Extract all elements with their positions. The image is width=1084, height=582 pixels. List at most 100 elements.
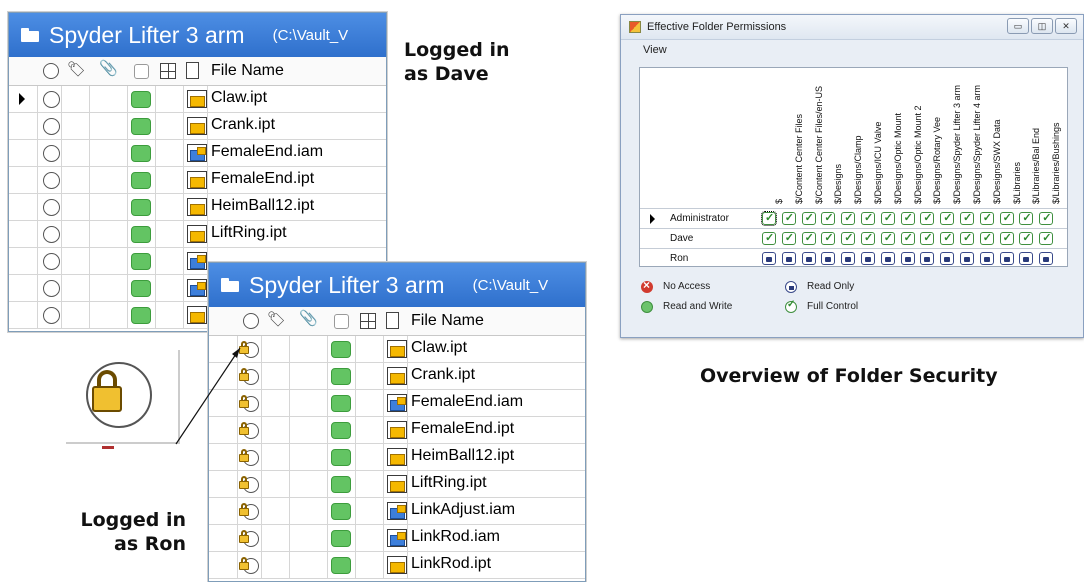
full-control-check-icon[interactable] [841, 231, 856, 245]
full-control-check-icon[interactable] [841, 211, 856, 225]
read-only-lock-icon[interactable] [900, 252, 915, 265]
full-control-check-icon[interactable] [781, 211, 796, 225]
folder-column-header[interactable]: $/Libraries [1000, 68, 1022, 208]
permission-row[interactable]: Administrator [640, 208, 1067, 229]
read-only-lock-icon[interactable] [801, 252, 816, 265]
file-name[interactable]: Crank.ipt [211, 116, 275, 134]
full-control-check-icon[interactable] [999, 211, 1014, 225]
file-row[interactable]: LinkRod.ipt [209, 552, 585, 579]
file-name[interactable]: HeimBall12.ipt [411, 447, 514, 465]
folder-column-header[interactable]: $ [762, 68, 784, 208]
file-name[interactable]: Crank.ipt [411, 366, 475, 384]
attachment-column-icon[interactable]: 📎 [299, 309, 318, 327]
full-control-check-icon[interactable] [880, 211, 895, 225]
read-only-lock-icon[interactable] [999, 252, 1014, 265]
folder-column-header[interactable]: $/Designs [821, 68, 843, 208]
grid-column-icon[interactable] [160, 63, 176, 79]
file-row[interactable]: LiftRing.ipt [9, 221, 386, 248]
status-column-icon[interactable] [43, 63, 59, 79]
file-row[interactable]: FemaleEnd.iam [209, 390, 585, 417]
folder-column-header[interactable]: $/Designs/Spyder Lifter 4 arm [960, 68, 982, 208]
document-column-icon[interactable] [386, 312, 399, 329]
file-row[interactable]: LinkAdjust.iam [209, 498, 585, 525]
read-only-lock-icon[interactable] [762, 252, 776, 265]
full-control-check-icon[interactable] [1019, 231, 1034, 245]
ron-file-name-header[interactable]: File Name [411, 312, 484, 330]
full-control-check-icon[interactable] [1039, 231, 1054, 245]
full-control-check-icon[interactable] [801, 211, 816, 225]
full-control-check-icon[interactable] [761, 211, 777, 226]
file-name[interactable]: LiftRing.ipt [211, 224, 287, 242]
full-control-check-icon[interactable] [940, 211, 955, 225]
file-row[interactable]: Crank.ipt [9, 113, 386, 140]
close-button[interactable]: ✕ [1055, 18, 1077, 34]
full-control-check-icon[interactable] [999, 231, 1014, 245]
folder-column-header[interactable]: $/Designs/Rotary Vee [920, 68, 942, 208]
full-control-check-icon[interactable] [900, 211, 915, 225]
full-control-check-icon[interactable] [1039, 211, 1054, 225]
file-name[interactable]: FemaleEnd.ipt [211, 170, 314, 188]
full-control-check-icon[interactable] [861, 211, 875, 225]
file-row[interactable]: HeimBall12.ipt [9, 194, 386, 221]
file-name[interactable]: Claw.ipt [211, 89, 267, 107]
file-name[interactable]: FemaleEnd.ipt [411, 420, 514, 438]
full-control-check-icon[interactable] [781, 231, 796, 245]
status-column-icon[interactable] [243, 313, 259, 329]
read-only-lock-icon[interactable] [821, 252, 836, 265]
folder-column-header[interactable]: $/Designs/Clamp [841, 68, 863, 208]
full-control-check-icon[interactable] [960, 231, 974, 245]
tag-column-icon[interactable]: 🏷 [67, 60, 86, 78]
permission-row[interactable]: Dave [640, 228, 1067, 249]
read-only-lock-icon[interactable] [1019, 252, 1034, 265]
full-control-check-icon[interactable] [920, 211, 935, 225]
file-row[interactable]: LinkRod.iam [209, 525, 585, 552]
read-only-lock-icon[interactable] [781, 252, 796, 265]
checkbox-column-icon[interactable] [334, 314, 349, 329]
document-column-icon[interactable] [186, 62, 199, 79]
menu-view[interactable]: View [643, 44, 667, 56]
folder-column-header[interactable]: $/Designs/ICU Valve [861, 68, 883, 208]
folder-column-header[interactable]: $/Designs/Optic Mount [881, 68, 903, 208]
read-only-lock-icon[interactable] [1039, 252, 1054, 265]
maximize-button[interactable]: ◫ [1031, 18, 1053, 34]
grid-column-icon[interactable] [360, 313, 376, 329]
file-row[interactable]: FemaleEnd.iam [9, 140, 386, 167]
folder-column-header[interactable]: $/Content Center Files [782, 68, 804, 208]
attachment-column-icon[interactable]: 📎 [99, 59, 118, 77]
folder-column-header[interactable]: $/Designs/Optic Mount 2 [901, 68, 923, 208]
dave-file-name-header[interactable]: File Name [211, 62, 284, 80]
tag-column-icon[interactable]: 🏷 [267, 310, 286, 328]
file-name[interactable]: LiftRing.ipt [411, 474, 487, 492]
file-name[interactable]: HeimBall12.ipt [211, 197, 314, 215]
file-row[interactable]: Claw.ipt [209, 336, 585, 363]
full-control-check-icon[interactable] [920, 231, 935, 245]
file-name[interactable]: Claw.ipt [411, 339, 467, 357]
file-row[interactable]: HeimBall12.ipt [209, 444, 585, 471]
file-row[interactable]: LiftRing.ipt [209, 471, 585, 498]
folder-column-header[interactable]: $/Libraries/Bal End [1019, 68, 1041, 208]
file-name[interactable]: FemaleEnd.iam [411, 393, 523, 411]
permission-row[interactable]: Ron [640, 248, 1067, 269]
full-control-check-icon[interactable] [940, 231, 955, 245]
full-control-check-icon[interactable] [762, 231, 776, 245]
minimize-button[interactable]: ▭ [1007, 18, 1029, 34]
full-control-check-icon[interactable] [880, 231, 895, 245]
full-control-check-icon[interactable] [960, 211, 974, 225]
read-only-lock-icon[interactable] [861, 252, 875, 265]
full-control-check-icon[interactable] [821, 211, 836, 225]
read-only-lock-icon[interactable] [841, 252, 856, 265]
folder-column-header[interactable]: $/Designs/Spyder Lifter 3 arm [940, 68, 962, 208]
folder-column-header[interactable]: $/Designs/SWX Data [980, 68, 1002, 208]
file-name[interactable]: LinkAdjust.iam [411, 501, 515, 519]
read-only-lock-icon[interactable] [880, 252, 895, 265]
full-control-check-icon[interactable] [821, 231, 836, 245]
checkbox-column-icon[interactable] [134, 64, 149, 79]
full-control-check-icon[interactable] [900, 231, 915, 245]
folder-column-header[interactable]: $/Content Center Files/en-US [802, 68, 824, 208]
full-control-check-icon[interactable] [1019, 211, 1034, 225]
folder-column-header[interactable]: $/Libraries/Bushings [1039, 68, 1061, 208]
file-row[interactable]: FemaleEnd.ipt [9, 167, 386, 194]
read-only-lock-icon[interactable] [940, 252, 955, 265]
file-name[interactable]: LinkRod.iam [411, 528, 500, 546]
read-only-lock-icon[interactable] [920, 252, 935, 265]
